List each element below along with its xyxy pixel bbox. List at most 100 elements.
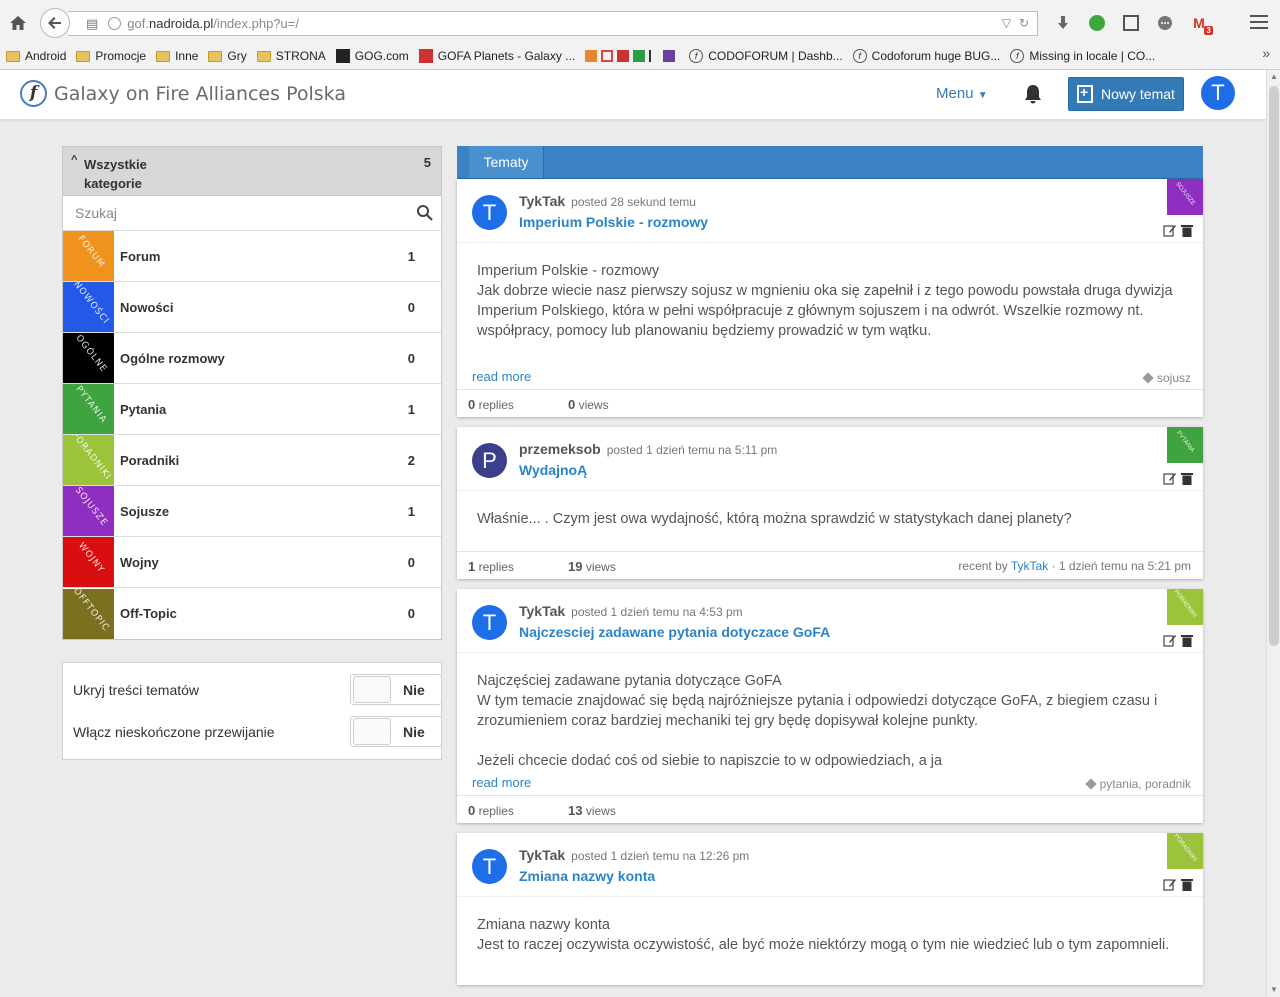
google-drive-icon[interactable] <box>633 50 646 62</box>
category-pytania[interactable]: PYTANIA Pytania 1 <box>63 384 441 435</box>
topic-excerpt: Najczęściej zadawane pytania dotyczące G… <box>457 652 1203 771</box>
category-count: 0 <box>407 299 415 315</box>
chat-icon[interactable] <box>1148 11 1182 35</box>
category-forum[interactable]: FORUM Forum 1 <box>63 231 441 282</box>
site-title[interactable]: Galaxy on Fire Alliances Polska <box>54 83 346 105</box>
topic-tags[interactable]: sojusz <box>1142 371 1191 385</box>
bookmarks-overflow-icon[interactable]: » <box>1262 45 1270 61</box>
delete-icon[interactable] <box>1181 472 1193 485</box>
category-ogolne-rozmowy[interactable]: OGÓLNE Ogólne rozmowy 0 <box>63 333 441 384</box>
avatar[interactable]: T <box>472 849 507 884</box>
dropdown-arrow-icon[interactable]: ▽ <box>1002 16 1011 30</box>
category-sojusze[interactable]: SOJUSZE Sojusze 1 <box>63 486 441 537</box>
infinite-scroll-toggle[interactable]: Nie <box>350 716 442 747</box>
browser-menu-icon[interactable] <box>1250 15 1268 33</box>
notifications-bell-icon[interactable] <box>1022 83 1044 108</box>
bookmark-strona[interactable]: STRONA <box>256 49 326 63</box>
bookmark-codoforum-dashboard[interactable]: f CODOFORUM | Dashb... <box>689 49 843 63</box>
topic-title-link[interactable]: Najczesciej zadawane pytania dotyczace G… <box>519 624 830 640</box>
topic-title-link[interactable]: Zmiana nazwy konta <box>519 868 655 884</box>
avatar[interactable]: T <box>472 605 507 640</box>
category-badge[interactable]: PYTANIA <box>1167 427 1203 463</box>
topic-author[interactable]: TykTak <box>519 847 565 863</box>
delete-icon[interactable] <box>1181 878 1193 891</box>
gmail-favicon-icon[interactable] <box>601 50 614 62</box>
bookmark-missing-locale[interactable]: f Missing in locale | CO... <box>1010 49 1155 63</box>
category-count: 1 <box>407 503 415 519</box>
extension-square-icon[interactable] <box>1114 11 1148 35</box>
category-poradniki[interactable]: PORADNIKI Poradniki 2 <box>63 435 441 486</box>
category-nowosci[interactable]: NOWOŚCI Nowości 0 <box>63 282 441 333</box>
bookmark-android[interactable]: Android <box>6 49 66 63</box>
category-tile: PORADNIKI <box>63 435 114 485</box>
extension-green-icon[interactable] <box>1080 11 1114 35</box>
reader-list-icon[interactable]: ▤ <box>86 16 98 32</box>
avatar[interactable]: T <box>472 195 507 230</box>
menu-dropdown[interactable]: Menu ▼ <box>936 85 988 102</box>
caret-up-icon[interactable]: ^ <box>71 154 77 166</box>
back-button[interactable] <box>40 8 70 38</box>
scroll-up-icon[interactable]: ▲ <box>1267 70 1280 84</box>
edit-icon[interactable] <box>1163 472 1176 485</box>
new-topic-button[interactable]: Nowy temat <box>1068 77 1184 111</box>
site-info-icon[interactable] <box>108 17 122 30</box>
folder-icon <box>6 50 20 62</box>
bookmark-codoforum-bug[interactable]: f Codoforum huge BUG... <box>852 49 1000 63</box>
page-scrollbar[interactable]: ▲ ▼ <box>1266 70 1280 997</box>
home-icon[interactable] <box>6 11 30 35</box>
topic-author[interactable]: TykTak <box>519 193 565 209</box>
hide-content-toggle[interactable]: Nie <box>350 674 442 705</box>
edit-icon[interactable] <box>1163 878 1176 891</box>
bookmark-gry[interactable]: Gry <box>208 49 247 63</box>
category-count: 0 <box>407 350 415 366</box>
read-more-link[interactable]: read more <box>472 369 531 384</box>
read-more-link[interactable]: read more <box>472 775 531 790</box>
category-count: 1 <box>407 248 415 264</box>
topic-author[interactable]: przemeksob <box>519 441 601 457</box>
topic-title-link[interactable]: Imperium Polskie - rozmowy <box>519 214 708 230</box>
category-wojny[interactable]: WOJNY Wojny 0 <box>63 537 441 588</box>
edit-icon[interactable] <box>1163 224 1176 237</box>
onenote-icon[interactable] <box>663 50 676 62</box>
bookmark-gog[interactable]: GOG.com <box>335 49 409 63</box>
all-categories-header[interactable]: ^ Wszystkie kategorie 5 <box>62 146 442 196</box>
delete-icon[interactable] <box>1181 634 1193 647</box>
topic-excerpt: Właśnie... . Czym jest owa wydajność, kt… <box>457 490 1203 551</box>
topic-title-link[interactable]: WydajnoĄ <box>519 462 587 478</box>
scroll-down-icon[interactable]: ▼ <box>1267 983 1280 997</box>
edit-icon[interactable] <box>1163 634 1176 647</box>
gofa-icon <box>418 49 433 63</box>
topic-author[interactable]: TykTak <box>519 603 565 619</box>
search-input[interactable] <box>63 196 403 229</box>
bookmark-gofa-planets[interactable]: GOFA Planets - Galaxy ... <box>418 49 575 63</box>
avatar[interactable]: P <box>472 443 507 478</box>
navigation-row: ▤ gof.nadroida.pl/index.php?u=/ ▽ ↻ M3 <box>0 7 1280 39</box>
google-plus-icon[interactable] <box>617 50 630 62</box>
site-logo[interactable]: f <box>20 80 47 107</box>
bookmark-promocje[interactable]: Promocje <box>76 49 146 63</box>
bookmark-a-icon[interactable] <box>649 50 659 62</box>
search-icon[interactable] <box>416 204 433 221</box>
categories-sidebar: ^ Wszystkie kategorie 5 FORUM Forum 1 NO… <box>62 146 442 760</box>
recent-user-link[interactable]: TykTak <box>1011 559 1048 573</box>
topic-card: P przemeksob posted 1 dzień temu na 5:11 … <box>457 427 1203 579</box>
toggle-knob[interactable] <box>353 718 391 745</box>
scroll-thumb[interactable] <box>1269 86 1279 646</box>
url-bar[interactable]: ▤ gof.nadroida.pl/index.php?u=/ ▽ ↻ <box>68 11 1038 36</box>
toggle-knob[interactable] <box>353 676 391 703</box>
category-badge[interactable]: PORADNIKI <box>1167 589 1203 625</box>
delete-icon[interactable] <box>1181 224 1193 237</box>
category-off-topic[interactable]: OFFTOPIC Off-Topic 0 <box>63 588 441 639</box>
bookmark-inne[interactable]: Inne <box>156 49 198 63</box>
gmail-icon[interactable]: M3 <box>1182 11 1216 35</box>
category-badge[interactable]: SOJUSZE <box>1167 179 1203 215</box>
topic-posted-time: posted 1 dzień temu na 4:53 pm <box>571 605 743 619</box>
url-text[interactable]: gof.nadroida.pl/index.php?u=/ <box>127 16 299 31</box>
checkbox-favicon-icon[interactable] <box>585 50 598 62</box>
download-icon[interactable] <box>1046 11 1080 35</box>
category-badge[interactable]: PORADNIKI <box>1167 833 1203 869</box>
topic-tags[interactable]: pytania, poradnik <box>1084 777 1191 791</box>
user-avatar[interactable]: T <box>1201 76 1235 110</box>
reload-icon[interactable]: ↻ <box>1019 16 1029 30</box>
tab-topics[interactable]: Tematy <box>469 146 544 178</box>
